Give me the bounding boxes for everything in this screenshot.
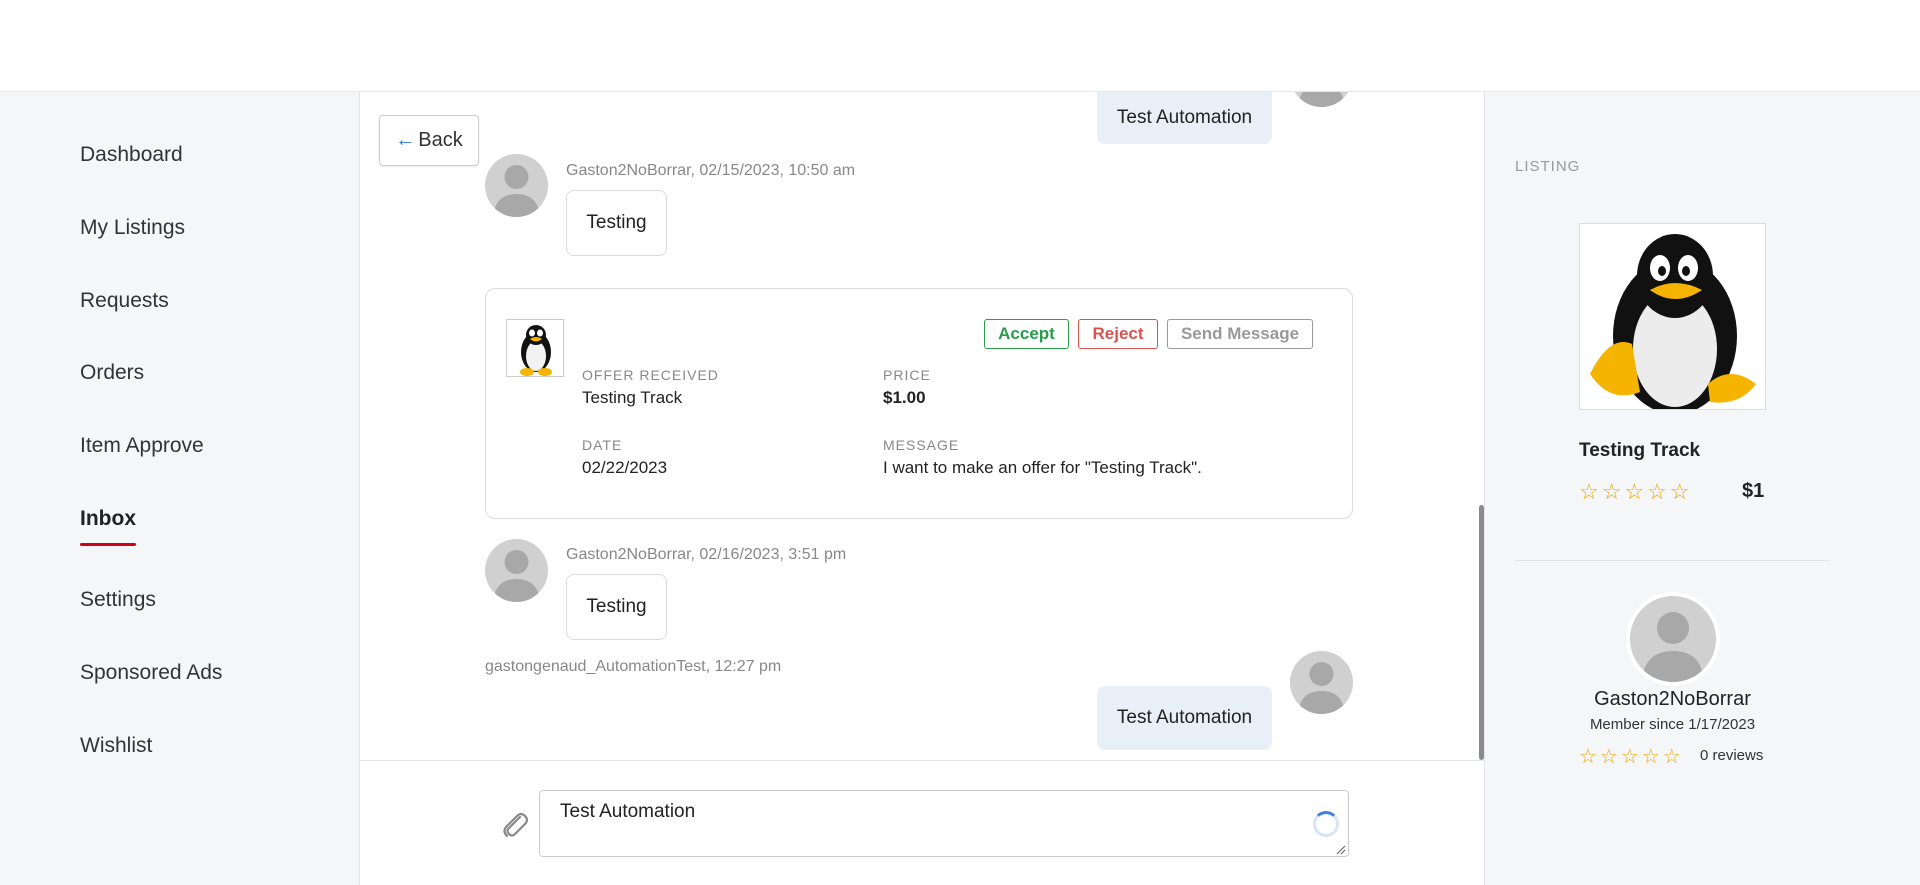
reviews-count[interactable]: 0 reviews: [1700, 747, 1763, 764]
composer-divider: [359, 760, 1484, 761]
listing-section-title: LISTING: [1515, 158, 1581, 175]
arrow-left-icon: ←: [395, 129, 416, 151]
nav-browse-request[interactable]: Browse Request: [1101, 30, 1255, 54]
seller-rating-stars-icon: ☆☆☆☆☆: [1579, 746, 1684, 768]
message-bubble-outgoing: Test Automation: [1097, 686, 1272, 750]
listing-thumbnail: [506, 319, 564, 377]
message-meta: Gaston2NoBorrar, 02/16/2023, 3:51 pm: [566, 546, 847, 563]
sidebar-item-dashboard[interactable]: Dashboard: [80, 143, 183, 167]
date-value: 02/22/2023: [582, 458, 668, 477]
message-meta: Gaston2NoBorrar, 02/15/2023, 10:50 am: [566, 162, 856, 179]
user-avatar[interactable]: [1632, 25, 1669, 62]
resize-handle-icon[interactable]: [1336, 845, 1346, 855]
send-message-button[interactable]: Send Message: [1167, 319, 1313, 349]
top-header: Browse Listings Browse Request Browse by…: [0, 0, 1920, 92]
inbox-tray-icon[interactable]: [1474, 31, 1506, 61]
sidebar-item-requests[interactable]: Requests: [80, 289, 169, 313]
megaphone-chat-logo-icon[interactable]: [78, 14, 138, 78]
sidebar-item-settings[interactable]: Settings: [80, 588, 156, 612]
caret-down-icon: [906, 36, 918, 44]
avatar: [1290, 651, 1353, 714]
offer-card: Accept Reject Send Message OFFER RECEIVE…: [485, 288, 1353, 519]
sidebar-item-my-listings[interactable]: My Listings: [80, 216, 185, 240]
right-divider: [1515, 560, 1830, 561]
message-bubble-incoming: Testing: [566, 190, 667, 256]
message-bubble-outgoing: Test Automation: [1097, 92, 1272, 144]
user-menu-caret-icon[interactable]: [1817, 41, 1829, 48]
cart-icon[interactable]: [1553, 31, 1585, 61]
sidebar-item-inbox[interactable]: Inbox: [80, 507, 136, 531]
listing-image[interactable]: [1579, 223, 1766, 410]
date-label: DATE: [582, 437, 623, 453]
message-value: I want to make an offer for "Testing Tra…: [883, 458, 1202, 477]
listing-rating-stars-icon: ☆☆☆☆☆: [1579, 479, 1693, 504]
message-bubble-incoming: Testing: [566, 574, 667, 640]
active-indicator: [80, 543, 136, 546]
listing-name[interactable]: Testing Track: [1579, 440, 1700, 462]
message-input[interactable]: [539, 790, 1349, 857]
avatar: [1290, 44, 1353, 107]
avatar: [485, 539, 548, 602]
seller-avatar[interactable]: [1630, 596, 1716, 682]
message-label: MESSAGE: [883, 437, 960, 453]
message-meta: gastongenaud_AutomationTest, 12:27 pm: [485, 658, 782, 675]
avatar: [485, 154, 548, 217]
seller-name[interactable]: Gaston2NoBorrar: [1515, 688, 1830, 711]
listing-price: $1: [1742, 480, 1765, 502]
user-name[interactable]: gastongena...: [1680, 31, 1807, 55]
reject-button[interactable]: Reject: [1078, 319, 1158, 349]
sidebar-item-sponsored-ads[interactable]: Sponsored Ads: [80, 661, 222, 685]
loading-spinner-icon: [1313, 811, 1339, 837]
nav-browse-listings[interactable]: Browse Listings: [906, 30, 1075, 54]
sidebar-item-item-approve[interactable]: Item Approve: [80, 434, 204, 458]
price-value: $1.00: [883, 388, 926, 407]
member-since: Member since 1/17/2023: [1589, 716, 1756, 733]
chat-scrollbar[interactable]: [1479, 505, 1484, 760]
sidebar-item-orders[interactable]: Orders: [80, 361, 144, 385]
offer-label: OFFER RECEIVED: [582, 367, 719, 383]
accept-button[interactable]: Accept: [984, 319, 1069, 349]
paperclip-icon[interactable]: [500, 809, 530, 841]
sidebar-item-wishlist[interactable]: Wishlist: [80, 734, 152, 758]
price-label: PRICE: [883, 367, 931, 383]
offer-value: Testing Track: [582, 388, 683, 407]
back-button[interactable]: ← Back: [379, 115, 479, 166]
